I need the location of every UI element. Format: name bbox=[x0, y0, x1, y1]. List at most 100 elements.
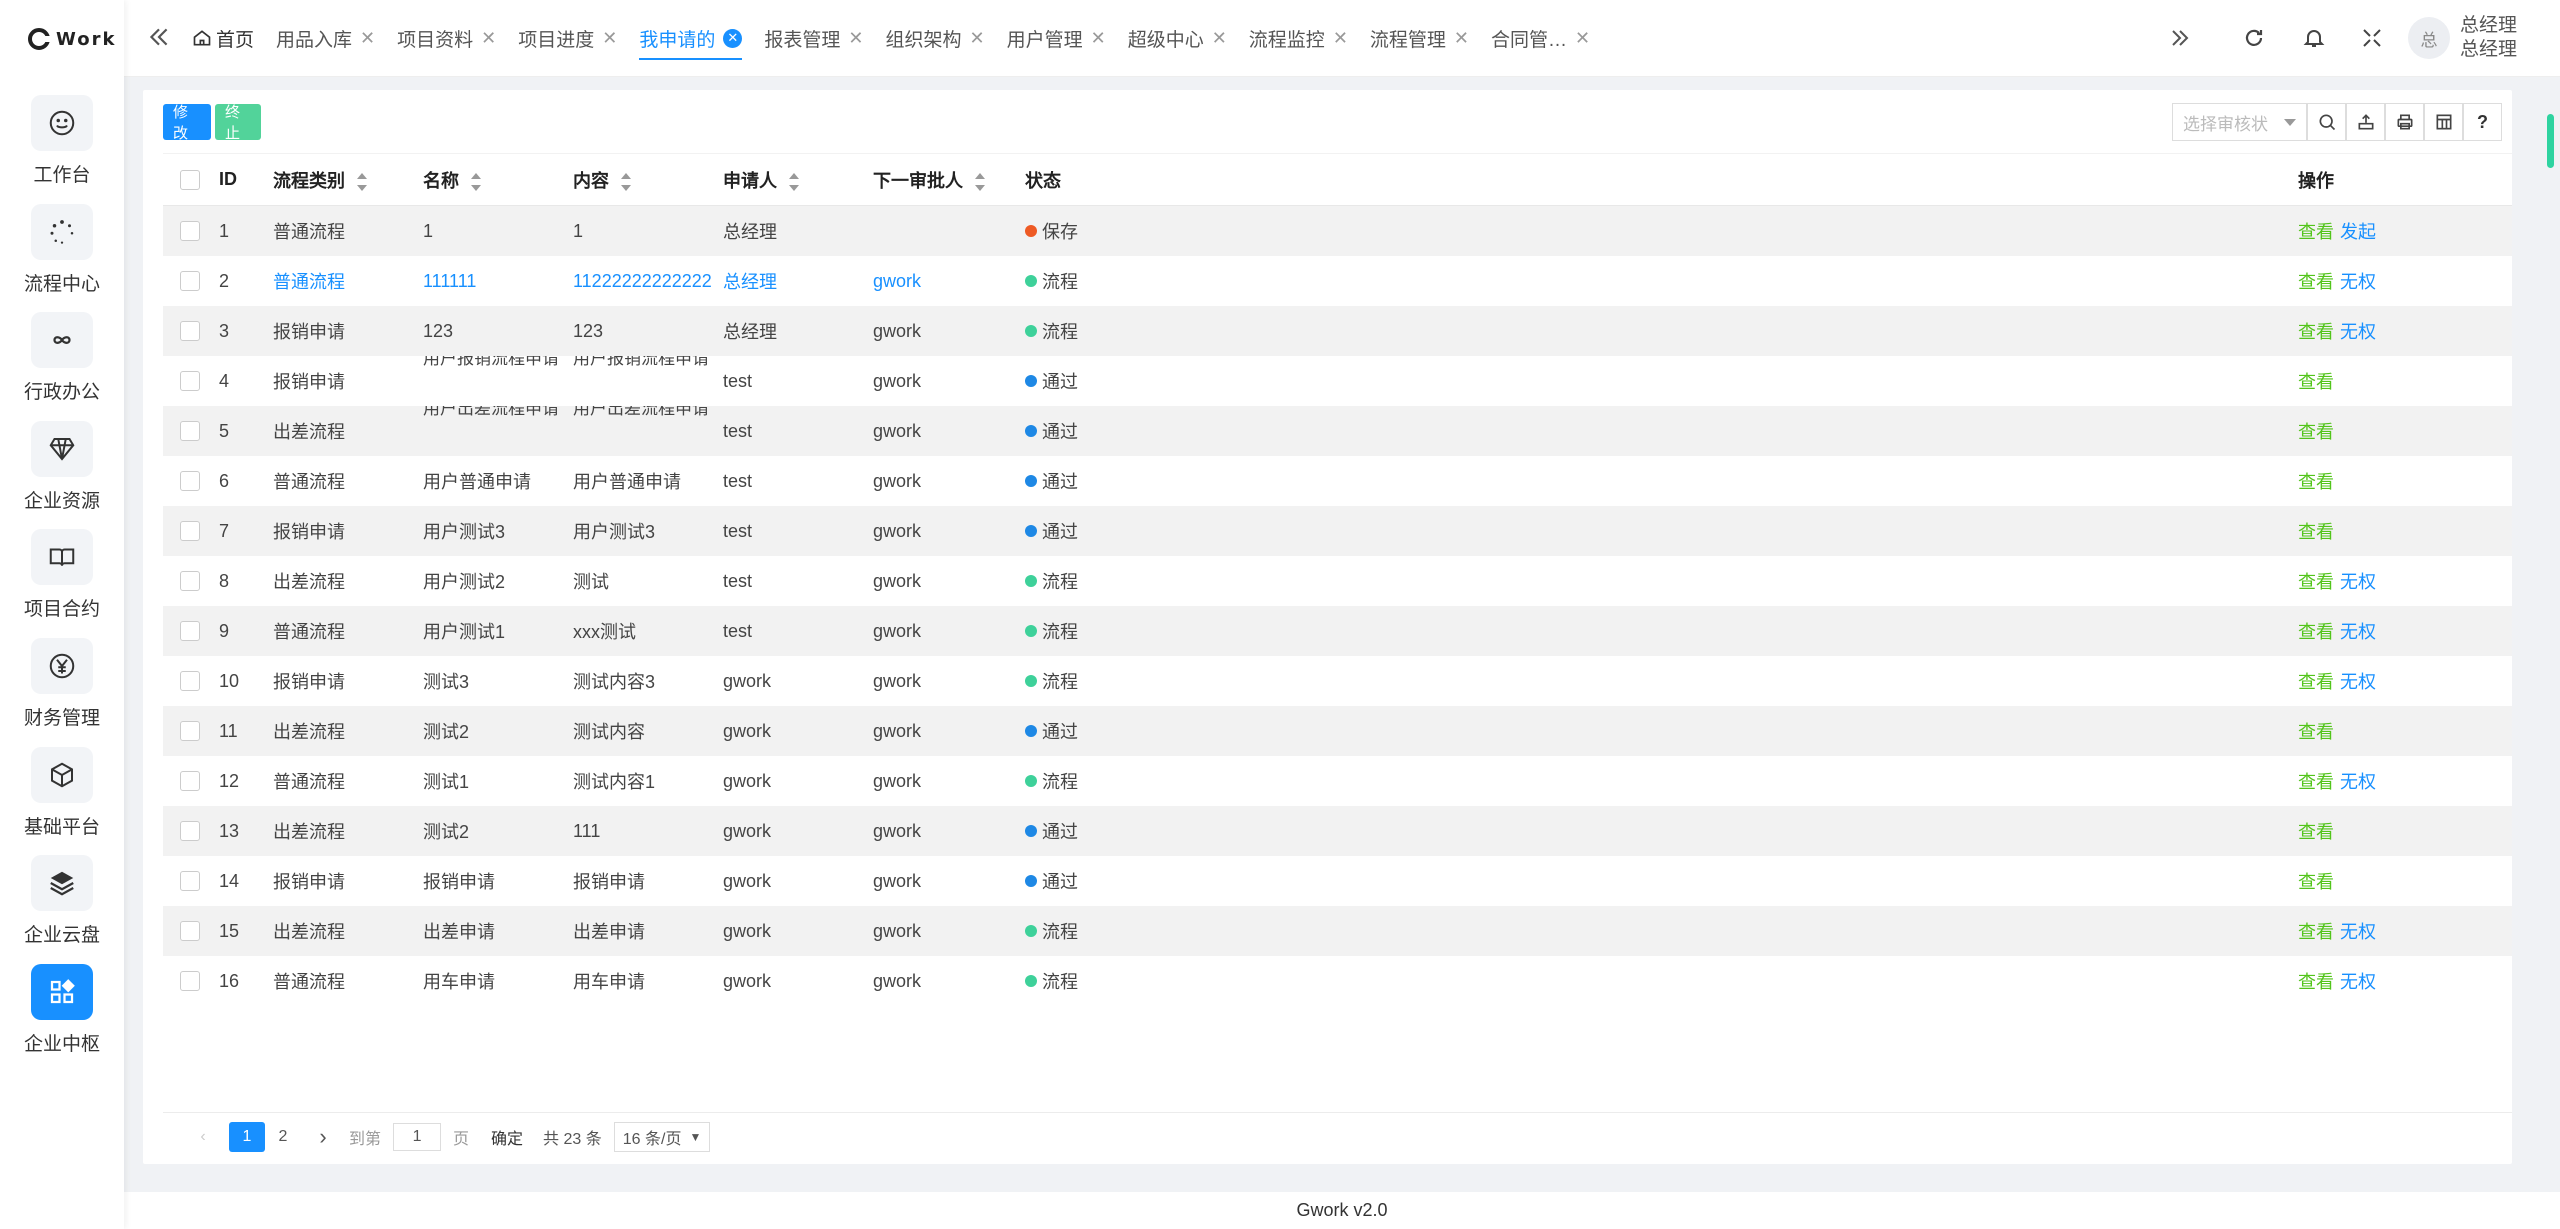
view-link[interactable]: 查看 bbox=[2298, 872, 2334, 892]
no-permission-link[interactable]: 无权 bbox=[2340, 972, 2376, 992]
sidebar-item-1[interactable]: 流程中心 bbox=[0, 203, 124, 296]
row-checkbox[interactable] bbox=[180, 421, 200, 441]
status-filter-select[interactable]: 选择审核状 bbox=[2172, 103, 2307, 141]
collapse-sidebar-icon[interactable] bbox=[146, 24, 172, 50]
table-row[interactable]: 5 出差流程 用户出差流程申请 用户出差流程申请 test gwork 通过 查看 bbox=[163, 406, 2512, 456]
sidebar-item-0[interactable]: 工作台 bbox=[0, 95, 124, 187]
table-row[interactable]: 11 出差流程 测试2 测试内容 gwork gwork 通过 查看 bbox=[163, 706, 2512, 756]
goto-confirm-button[interactable]: 确定 bbox=[491, 1125, 523, 1149]
sidebar-item-7[interactable]: 企业云盘 bbox=[0, 855, 124, 947]
no-permission-link[interactable]: 无权 bbox=[2340, 572, 2376, 592]
no-permission-link[interactable]: 无权 bbox=[2340, 272, 2376, 292]
sidebar-item-6[interactable]: 基础平台 bbox=[0, 746, 124, 839]
col-content[interactable]: 内容 bbox=[573, 167, 631, 193]
close-icon[interactable]: ✕ bbox=[1091, 28, 1106, 49]
tab-6[interactable]: 组织架构 ✕ bbox=[885, 0, 984, 76]
view-link[interactable]: 查看 bbox=[2298, 672, 2334, 692]
table-row[interactable]: 9 普通流程 用户测试1 xxx测试 test gwork 流程 查看 无权 bbox=[163, 606, 2512, 656]
view-link[interactable]: 查看 bbox=[2298, 922, 2334, 942]
col-name[interactable]: 名称 bbox=[423, 167, 481, 193]
tabs-scroll-right-icon[interactable] bbox=[2168, 26, 2192, 50]
sort-icon[interactable] bbox=[789, 172, 799, 191]
page-1[interactable]: 1 bbox=[229, 1122, 265, 1152]
close-icon[interactable]: ✕ bbox=[481, 28, 496, 49]
user-avatar[interactable]: 总 bbox=[2408, 17, 2450, 59]
row-checkbox[interactable] bbox=[180, 821, 200, 841]
launch-link[interactable]: 发起 bbox=[2340, 222, 2376, 242]
tab-0[interactable]: 首页 bbox=[192, 0, 254, 76]
view-link[interactable]: 查看 bbox=[2298, 572, 2334, 592]
table-row[interactable]: 6 普通流程 用户普通申请 用户普通申请 test gwork 通过 查看 bbox=[163, 456, 2512, 506]
no-permission-link[interactable]: 无权 bbox=[2340, 622, 2376, 642]
prev-page-icon[interactable]: ‹ bbox=[185, 1122, 221, 1152]
row-checkbox[interactable] bbox=[180, 771, 200, 791]
row-checkbox[interactable] bbox=[180, 321, 200, 341]
view-link[interactable]: 查看 bbox=[2298, 322, 2334, 342]
row-checkbox[interactable] bbox=[180, 871, 200, 891]
close-icon[interactable]: ✕ bbox=[360, 28, 375, 49]
close-icon[interactable]: ✕ bbox=[848, 28, 863, 49]
search-button[interactable] bbox=[2307, 103, 2346, 141]
row-checkbox[interactable] bbox=[180, 721, 200, 741]
table-row[interactable]: 1 普通流程 1 1 总经理 保存 查看 发起 bbox=[163, 206, 2512, 256]
no-permission-link[interactable]: 无权 bbox=[2340, 772, 2376, 792]
table-row[interactable]: 3 报销申请 123 123 总经理 gwork 流程 查看 无权 bbox=[163, 306, 2512, 356]
view-link[interactable]: 查看 bbox=[2298, 472, 2334, 492]
close-icon[interactable]: ✕ bbox=[1212, 28, 1227, 49]
edit-button[interactable]: 修改 bbox=[163, 104, 211, 142]
close-icon[interactable]: ✕ bbox=[1575, 28, 1590, 49]
goto-page-input[interactable]: 1 bbox=[393, 1123, 442, 1151]
page-size-select[interactable]: 16 条/页 ▼ bbox=[613, 1122, 711, 1152]
tab-11[interactable]: 合同管… ✕ bbox=[1491, 0, 1590, 76]
table-row[interactable]: 4 报销申请 用户报销流程申请 用户报销流程申请 test gwork 通过 查看 bbox=[163, 356, 2512, 406]
sort-icon[interactable] bbox=[621, 172, 631, 191]
view-link[interactable]: 查看 bbox=[2298, 372, 2334, 392]
row-checkbox[interactable] bbox=[180, 571, 200, 591]
tab-8[interactable]: 超级中心 ✕ bbox=[1128, 0, 1227, 76]
next-page-icon[interactable]: › bbox=[305, 1122, 341, 1152]
close-icon[interactable]: ✕ bbox=[1333, 28, 1348, 49]
user-info[interactable]: 总经理 总经理 bbox=[2460, 14, 2560, 62]
row-checkbox[interactable] bbox=[180, 471, 200, 491]
view-link[interactable]: 查看 bbox=[2298, 772, 2334, 792]
tab-10[interactable]: 流程管理 ✕ bbox=[1370, 0, 1469, 76]
no-permission-link[interactable]: 无权 bbox=[2340, 922, 2376, 942]
scrollbar[interactable] bbox=[2547, 114, 2554, 168]
tab-4[interactable]: 我申请的 ✕ bbox=[639, 0, 743, 76]
table-row[interactable]: 7 报销申请 用户测试3 用户测试3 test gwork 通过 查看 bbox=[163, 506, 2512, 556]
table-row[interactable]: 16 普通流程 用车申请 用车申请 gwork gwork 流程 查看 无权 bbox=[163, 956, 2512, 1006]
col-type[interactable]: 流程类别 bbox=[273, 167, 367, 193]
row-checkbox[interactable] bbox=[180, 921, 200, 941]
columns-button[interactable] bbox=[2424, 103, 2463, 141]
view-link[interactable]: 查看 bbox=[2298, 622, 2334, 642]
sidebar-item-3[interactable]: 企业资源 bbox=[0, 420, 124, 513]
tab-3[interactable]: 项目进度 ✕ bbox=[518, 0, 617, 76]
row-checkbox[interactable] bbox=[180, 521, 200, 541]
view-link[interactable]: 查看 bbox=[2298, 972, 2334, 992]
table-row[interactable]: 2 普通流程 111111 11222222222222 总经理 gwork 流程 查看 无权 bbox=[163, 256, 2512, 306]
logo[interactable]: Work bbox=[28, 24, 116, 54]
close-icon[interactable]: ✕ bbox=[1454, 28, 1469, 49]
row-checkbox[interactable] bbox=[180, 971, 200, 991]
close-icon[interactable]: ✕ bbox=[969, 28, 984, 49]
sidebar-item-5[interactable]: 财务管理 bbox=[0, 638, 124, 730]
table-row[interactable]: 15 出差流程 出差申请 出差申请 gwork gwork 流程 查看 无权 bbox=[163, 906, 2512, 956]
row-checkbox[interactable] bbox=[180, 271, 200, 291]
col-next-approver[interactable]: 下一审批人 bbox=[873, 167, 985, 193]
table-row[interactable]: 8 出差流程 用户测试2 测试 test gwork 流程 查看 无权 bbox=[163, 556, 2512, 606]
table-row[interactable]: 12 普通流程 测试1 测试内容1 gwork gwork 流程 查看 无权 bbox=[163, 756, 2512, 806]
table-row[interactable]: 14 报销申请 报销申请 报销申请 gwork gwork 通过 查看 bbox=[163, 856, 2512, 906]
no-permission-link[interactable]: 无权 bbox=[2340, 322, 2376, 342]
view-link[interactable]: 查看 bbox=[2298, 272, 2334, 292]
tab-7[interactable]: 用户管理 ✕ bbox=[1007, 0, 1106, 76]
sort-icon[interactable] bbox=[471, 172, 481, 191]
view-link[interactable]: 查看 bbox=[2298, 722, 2334, 742]
row-checkbox[interactable] bbox=[180, 221, 200, 241]
tab-2[interactable]: 项目资料 ✕ bbox=[397, 0, 496, 76]
tab-1[interactable]: 用品入库 ✕ bbox=[276, 0, 375, 76]
view-link[interactable]: 查看 bbox=[2298, 222, 2334, 242]
stop-button[interactable]: 终止 bbox=[215, 104, 261, 142]
close-icon[interactable]: ✕ bbox=[723, 28, 743, 48]
sidebar-item-2[interactable]: 行政办公 bbox=[0, 312, 124, 404]
page-2[interactable]: 2 bbox=[265, 1122, 301, 1152]
